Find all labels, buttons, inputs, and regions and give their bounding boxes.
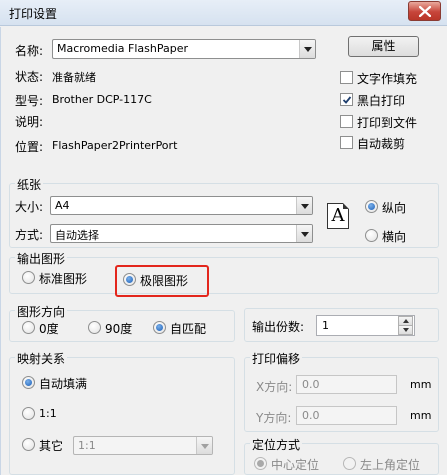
mapping-1to1-label: 1:1 [39, 407, 57, 420]
standard-graphics-label: 标准图形 [39, 272, 88, 286]
print-to-file-option[interactable]: 打印到文件 [340, 114, 440, 130]
monochrome-option[interactable]: 黑白打印 [340, 92, 440, 108]
standard-graphics-option[interactable]: 标准图形 [22, 270, 102, 286]
direction-90-option[interactable]: 90度 [88, 320, 138, 336]
position-topleft-option[interactable]: 左上角定位 [343, 456, 433, 472]
offset-y-label: Y方向: [256, 411, 292, 425]
location-label: 位置: [15, 140, 44, 154]
location-value: FlashPaper2PrinterPort [52, 139, 178, 152]
close-icon [419, 6, 431, 17]
direction-auto-radio[interactable] [153, 321, 166, 334]
status-value: 准备就绪 [52, 71, 96, 84]
comment-label: 说明: [15, 115, 44, 129]
text-fill-checkbox[interactable] [340, 71, 353, 84]
title-bar: 打印设置 [0, 0, 447, 26]
offset-y-unit: mm [410, 409, 432, 422]
paper-orientation-icon: A [327, 203, 349, 229]
paper-source-select[interactable]: 自动选择 [50, 224, 313, 243]
mapping-other-value: 1:1 [78, 439, 96, 452]
portrait-option[interactable]: 纵向 [365, 199, 435, 215]
checkmark-icon [342, 96, 352, 104]
direction-auto-label: 自匹配 [170, 322, 207, 336]
offset-x-input[interactable]: 0.0 [296, 375, 397, 394]
auto-crop-option[interactable]: 自动裁剪 [340, 135, 440, 151]
print-to-file-label: 打印到文件 [357, 116, 418, 130]
direction-auto-option[interactable]: 自匹配 [153, 320, 223, 336]
type-value: Brother DCP-117C [52, 93, 152, 106]
paper-source-label: 方式: [15, 228, 44, 242]
printer-name-label: 名称: [15, 44, 44, 58]
extents-graphics-option[interactable]: 极限图形 [123, 272, 203, 288]
position-center-option[interactable]: 中心定位 [254, 456, 334, 472]
properties-button[interactable]: 属性 [348, 36, 419, 57]
auto-crop-label: 自动裁剪 [357, 137, 406, 151]
mapping-fill-label: 自动填满 [39, 377, 88, 391]
chevron-down-icon[interactable] [299, 40, 315, 58]
type-label: 型号: [15, 94, 44, 108]
monochrome-checkbox[interactable] [340, 93, 353, 106]
copies-value: 1 [322, 319, 329, 332]
landscape-radio[interactable] [365, 229, 378, 242]
direction-group-title: 图形方向 [15, 303, 68, 320]
output-group-title: 输出图形 [15, 250, 68, 267]
direction-0-label: 0度 [39, 322, 59, 336]
mapping-fill-radio[interactable] [22, 376, 35, 389]
mapping-other-option[interactable]: 其它 [22, 437, 72, 453]
chevron-down-icon[interactable] [296, 225, 312, 242]
monochrome-label: 黑白打印 [357, 94, 406, 108]
direction-0-option[interactable]: 0度 [22, 320, 72, 336]
offset-x-value: 0.0 [302, 378, 320, 391]
mapping-1to1-radio[interactable] [22, 407, 35, 420]
printer-name-value: Macromedia FlashPaper [57, 42, 189, 55]
offset-y-input[interactable]: 0.0 [296, 406, 397, 425]
mapping-fill-option[interactable]: 自动填满 [22, 375, 112, 391]
position-topleft-label: 左上角定位 [360, 458, 421, 472]
mapping-other-select[interactable]: 1:1 [73, 436, 213, 455]
direction-90-label: 90度 [105, 322, 133, 336]
offset-x-unit: mm [410, 378, 432, 391]
text-fill-option[interactable]: 文字作填充 [340, 70, 440, 86]
print-to-file-checkbox[interactable] [340, 115, 353, 128]
portrait-radio[interactable] [365, 200, 378, 213]
auto-crop-checkbox[interactable] [340, 136, 353, 149]
paper-size-select[interactable]: A4 [50, 196, 313, 215]
mapping-group-title: 映射关系 [15, 350, 68, 367]
text-fill-label: 文字作填充 [357, 72, 418, 86]
extents-graphics-label: 极限图形 [140, 274, 189, 288]
paper-size-label: 大小: [15, 200, 44, 214]
chevron-down-icon[interactable] [196, 437, 212, 454]
close-button[interactable] [408, 1, 441, 21]
copies-label: 输出份数: [252, 320, 305, 334]
copies-stepper[interactable]: 1 [316, 315, 415, 336]
positioning-group-title: 定位方式 [250, 436, 303, 453]
position-topleft-radio[interactable] [343, 457, 356, 470]
offset-x-label: X方向: [256, 380, 293, 394]
mapping-1to1-option[interactable]: 1:1 [22, 406, 82, 422]
chevron-down-icon[interactable] [296, 197, 312, 214]
portrait-label: 纵向 [382, 201, 407, 215]
status-label: 状态: [15, 70, 44, 84]
landscape-option[interactable]: 横向 [365, 228, 435, 244]
extents-graphics-radio[interactable] [123, 273, 136, 286]
mapping-other-radio[interactable] [22, 438, 35, 451]
standard-graphics-radio[interactable] [22, 271, 35, 284]
spin-down-icon[interactable] [398, 325, 413, 335]
offset-y-value: 0.0 [302, 409, 320, 422]
mapping-other-label: 其它 [39, 439, 64, 453]
direction-0-radio[interactable] [22, 321, 35, 334]
paper-source-value: 自动选择 [55, 229, 99, 242]
paper-size-value: A4 [55, 199, 70, 212]
position-center-label: 中心定位 [271, 458, 320, 472]
window-title: 打印设置 [9, 7, 58, 21]
paper-group-title: 纸张 [15, 176, 44, 193]
direction-90-radio[interactable] [88, 321, 101, 334]
offset-group-title: 打印偏移 [250, 350, 303, 367]
landscape-label: 横向 [382, 230, 407, 244]
printer-name-select[interactable]: Macromedia FlashPaper [52, 39, 316, 59]
position-center-radio[interactable] [254, 457, 267, 470]
